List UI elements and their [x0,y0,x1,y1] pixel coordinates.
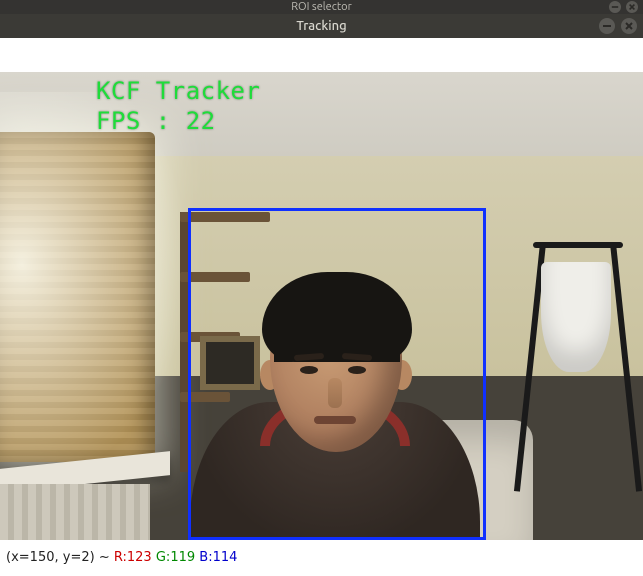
background-window-titlebar: ROI selector [0,0,643,14]
fps-label: FPS : [96,107,186,135]
tracker-name: KCF Tracker [96,77,260,105]
coord-suffix: ) ~ [90,550,114,565]
r-value: 123 [127,550,152,565]
g-label: G: [156,550,170,565]
cursor-x: 150 [30,550,55,565]
scene-window-blinds [0,132,155,462]
b-label: B: [199,550,212,565]
coord-prefix: (x= [6,550,30,565]
tracking-bounding-box [188,208,486,540]
background-window-title: ROI selector [291,0,352,14]
toolbar-strip [0,38,643,72]
fps-value: 22 [186,107,216,135]
window-titlebar[interactable]: Tracking [0,14,643,38]
desktop: ROI selector Tracking [0,0,643,576]
coord-mid: , y= [55,550,82,565]
scene-clothes-rack [523,242,633,492]
b-value: 114 [213,550,238,565]
window-title: Tracking [296,14,346,38]
g-value: 119 [170,550,195,565]
cursor-y: 2 [81,550,89,565]
close-button[interactable] [621,18,637,34]
minimize-button[interactable] [599,18,615,34]
tracker-overlay: KCF Tracker FPS : 22 [96,76,260,136]
video-frame: KCF Tracker FPS : 22 [0,72,643,540]
r-label: R: [114,550,127,565]
scene-radiator [0,484,150,540]
close-button-bg[interactable] [626,1,638,13]
status-bar: (x=150, y=2) ~ R:123 G:119 B:114 [0,540,643,576]
minimize-button-bg[interactable] [609,1,621,13]
